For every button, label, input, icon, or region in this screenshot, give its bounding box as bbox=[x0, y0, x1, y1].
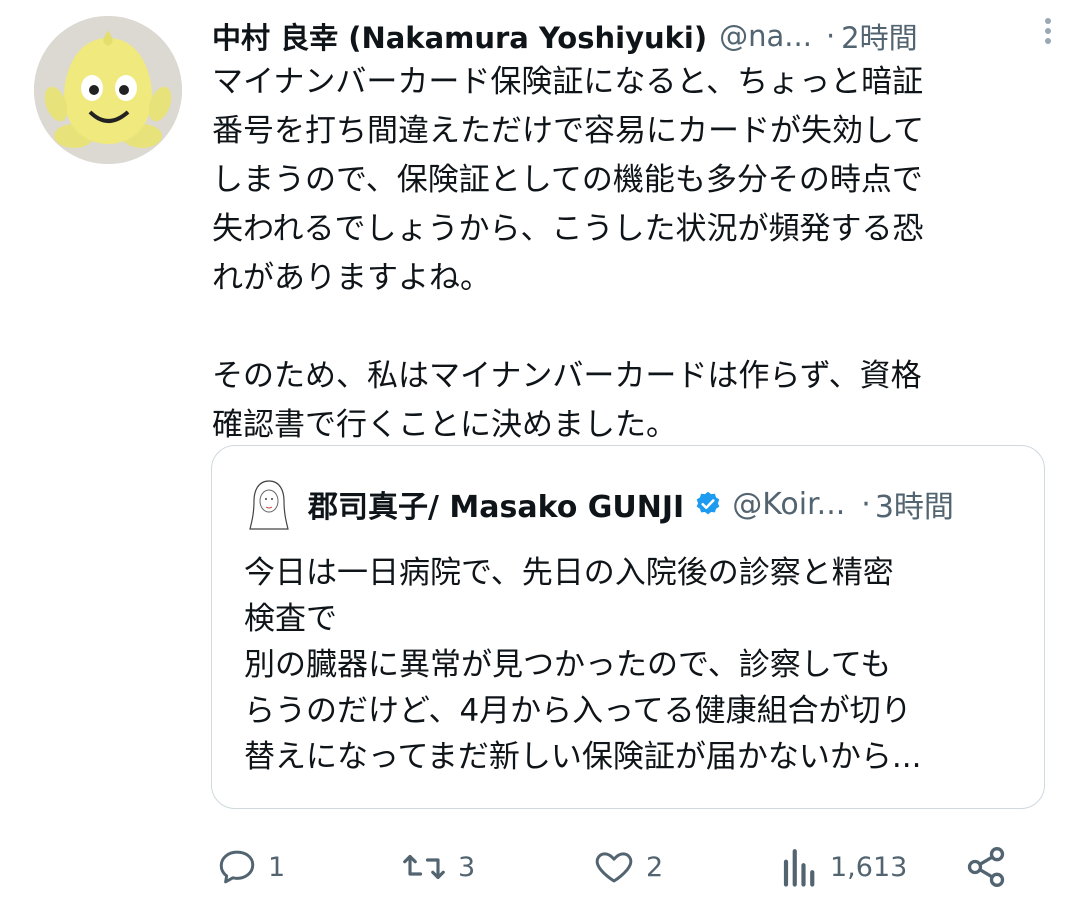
quoted-author-handle[interactable]: @Koir... bbox=[732, 487, 845, 522]
quoted-tweet[interactable]: 郡司真子/ Masako GUNJI @Koir... · 3時間 今日は一日病… bbox=[211, 445, 1045, 809]
verified-badge-icon bbox=[696, 491, 720, 515]
reply-icon bbox=[216, 846, 258, 888]
heart-icon bbox=[592, 846, 636, 888]
tweet-action-bar: 1 3 2 1,613 bbox=[212, 842, 1032, 892]
retweet-count: 3 bbox=[458, 851, 476, 883]
header-separator: · bbox=[825, 19, 836, 53]
reply-count: 1 bbox=[268, 851, 286, 883]
tweet-time[interactable]: 2時間 bbox=[841, 15, 917, 57]
share-button[interactable] bbox=[964, 842, 1008, 892]
quoted-author-avatar[interactable] bbox=[246, 477, 292, 531]
retweet-button[interactable]: 3 bbox=[400, 842, 475, 892]
quoted-tweet-text: 今日は一日病院で、先日の入院後の診察と精密 検査で 別の臓器に異常が見つかったの… bbox=[244, 555, 922, 775]
tweet-text: マイナンバーカード保険証になると、ちょっと暗証 番号を打ち間違えただけで容易にカ… bbox=[212, 64, 925, 443]
views-icon bbox=[780, 846, 820, 888]
retweet-icon bbox=[400, 846, 448, 888]
reply-button[interactable]: 1 bbox=[216, 842, 285, 892]
quoted-author-name[interactable]: 郡司真子/ Masako GUNJI bbox=[308, 482, 684, 526]
plush-avatar-image bbox=[34, 16, 182, 164]
quoted-tweet-header: 郡司真子/ Masako GUNJI @Koir... · 3時間 bbox=[246, 477, 1026, 531]
views-button[interactable]: 1,613 bbox=[780, 842, 907, 892]
author-name[interactable]: 中村 良幸 (Nakamura Yoshiyuki) bbox=[212, 15, 707, 57]
quoted-tweet-time[interactable]: 3時間 bbox=[875, 482, 954, 526]
quoted-header-separator: · bbox=[861, 486, 871, 522]
share-icon bbox=[964, 845, 1008, 889]
views-count: 1,613 bbox=[830, 851, 908, 883]
tweet-header: 中村 良幸 (Nakamura Yoshiyuki) @na... · 2時間 bbox=[212, 14, 1032, 58]
like-count: 2 bbox=[646, 851, 664, 883]
like-button[interactable]: 2 bbox=[592, 842, 663, 892]
author-handle[interactable]: @na... bbox=[719, 19, 812, 53]
more-vertical-icon[interactable] bbox=[1036, 14, 1060, 50]
author-avatar[interactable] bbox=[34, 16, 182, 164]
